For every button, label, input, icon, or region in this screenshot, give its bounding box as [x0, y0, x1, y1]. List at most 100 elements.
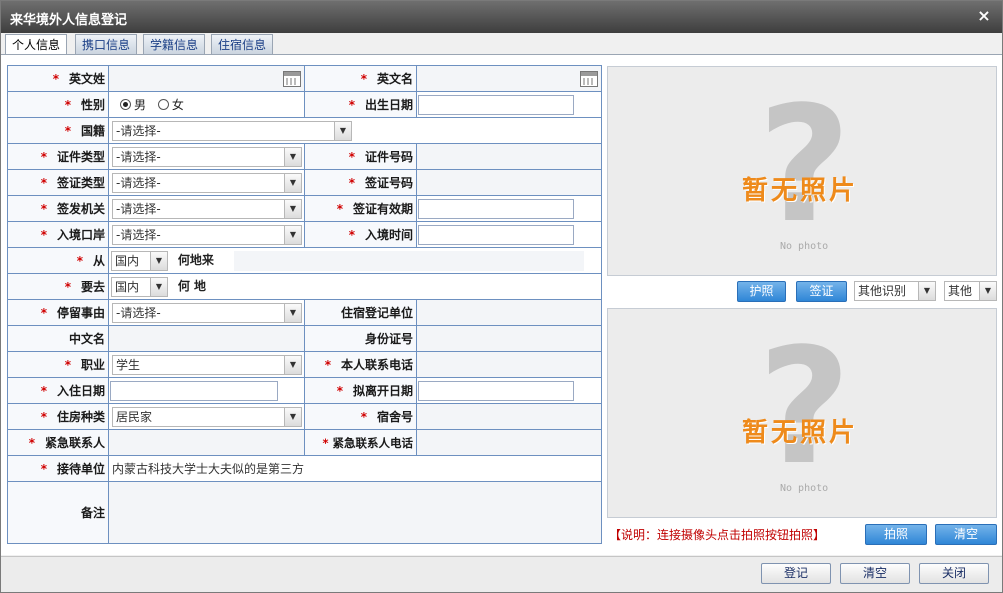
chevron-down-icon: ▼ [284, 225, 301, 244]
chevron-down-icon: ▼ [979, 282, 996, 300]
question-mark-icon: ? [758, 313, 851, 500]
camera-photo-placeholder: ? 暂无照片 No photo [607, 308, 997, 518]
no-photo-text: 暂无照片 [742, 418, 859, 448]
lodging-unit-field[interactable] [416, 299, 602, 326]
chevron-down-icon: ▼ [918, 282, 935, 300]
from-place-field[interactable] [233, 250, 584, 271]
calendar-icon[interactable] [580, 70, 598, 87]
goto-select[interactable]: 国内 ▼ [111, 276, 168, 297]
label-host-unit: * 接待单位 [7, 455, 109, 482]
from-suffix-label: 何地来 [177, 253, 214, 267]
label-gender: * 性别 [7, 91, 109, 118]
label-visa-type: * 签证类型 [7, 169, 109, 196]
close-button[interactable]: 关闭 [919, 563, 989, 584]
label-visa-validity: * 签证有效期 [304, 195, 417, 222]
label-stay-reason: * 停留事由 [7, 299, 109, 326]
label-entry-port: * 入境口岸 [7, 221, 109, 248]
occupation-select[interactable]: 学生 ▼ [112, 354, 302, 375]
camera-instruction: 【说明：连接摄像头点击拍照按钮拍照】 [609, 528, 826, 542]
label-remarks: 备注 [7, 481, 109, 544]
titlebar: 来华境外人信息登记 × [1, 1, 1002, 33]
label-planned-leave-date: * 拟离开日期 [304, 377, 417, 404]
tab-personal-info[interactable]: 个人信息 [5, 34, 68, 56]
chevron-down-icon: ▼ [334, 121, 351, 140]
host-unit-field[interactable]: 内蒙古科技大学士大夫似的是第三方 [108, 455, 602, 482]
chevron-down-icon: ▼ [284, 303, 301, 322]
clear-button[interactable]: 清空 [840, 563, 910, 584]
entry-port-select[interactable]: -请选择- ▼ [112, 224, 302, 245]
registration-form: *英文姓 *英文名 *性别 男 女 *出生日期 *国籍 -请选择-▼ [7, 65, 602, 544]
tab-companion-info[interactable]: 携口信息 [75, 34, 138, 55]
emergency-contact-field[interactable] [108, 429, 305, 456]
label-emergency-phone: * 紧急联系人电话 [304, 429, 417, 456]
given-en-field[interactable] [416, 65, 602, 92]
planned-leave-date-input[interactable] [418, 380, 574, 401]
chevron-down-icon: ▼ [284, 173, 301, 192]
chevron-down-icon: ▼ [150, 277, 167, 296]
no-photo-subtext: No photo [780, 241, 829, 252]
id-number-field[interactable] [416, 143, 602, 170]
gender-female-radio[interactable] [157, 99, 169, 110]
birth-date-input[interactable] [418, 94, 574, 115]
checkin-date-input[interactable] [110, 380, 278, 401]
register-button[interactable]: 登记 [761, 563, 831, 584]
label-surname-en: * 英文姓 [7, 65, 109, 92]
other-recognition-select[interactable]: 其他识别 ▼ [854, 281, 936, 301]
emergency-phone-field[interactable] [416, 429, 602, 456]
label-emergency-contact: * 紧急联系人 [7, 429, 109, 456]
take-photo-button[interactable]: 拍照 [865, 524, 927, 545]
label-entry-time: * 入境时间 [304, 221, 417, 248]
dorm-no-field[interactable] [416, 403, 602, 430]
surname-en-field[interactable] [108, 65, 305, 92]
gender-male-radio[interactable] [120, 99, 131, 110]
visa-number-field[interactable] [416, 169, 602, 196]
clear-photo-button[interactable]: 清空 [935, 524, 997, 545]
chevron-down-icon: ▼ [284, 407, 301, 426]
tab-lodging-info[interactable]: 住宿信息 [211, 34, 274, 55]
chevron-down-icon: ▼ [284, 147, 301, 166]
passport-button[interactable]: 护照 [737, 281, 786, 302]
id-type-select[interactable]: -请选择- ▼ [112, 146, 302, 167]
label-own-phone: * 本人联系电话 [304, 351, 417, 378]
goto-suffix-label: 何 地 [177, 279, 207, 293]
visa-validity-input[interactable] [418, 198, 574, 219]
label-id-card-no: 身份证号 [304, 325, 417, 352]
chinese-name-field[interactable] [108, 325, 305, 352]
label-nationality: * 国籍 [7, 117, 109, 144]
document-photo-placeholder: ? 暂无照片 No photo [607, 66, 997, 276]
label-from: * 从 [7, 247, 109, 274]
other-select[interactable]: 其他 ▼ [944, 281, 997, 301]
chevron-down-icon: ▼ [284, 199, 301, 218]
remarks-textarea[interactable] [108, 481, 602, 544]
close-icon[interactable]: × [976, 7, 992, 25]
chevron-down-icon: ▼ [284, 355, 301, 374]
entry-time-input[interactable] [418, 224, 574, 245]
issuing-authority-select[interactable]: -请选择- ▼ [112, 198, 302, 219]
label-id-type: * 证件类型 [7, 143, 109, 170]
no-photo-text: 暂无照片 [742, 176, 859, 206]
chevron-down-icon: ▼ [150, 251, 167, 270]
label-given-en: * 英文名 [304, 65, 417, 92]
label-issuing-authority: * 签发机关 [7, 195, 109, 222]
label-lodging-unit: 住宿登记单位 [304, 299, 417, 326]
label-checkin-date: * 入住日期 [7, 377, 109, 404]
label-birth-date: * 出生日期 [304, 91, 417, 118]
visa-button[interactable]: 签证 [796, 281, 847, 302]
housing-type-select[interactable]: 居民家 ▼ [112, 406, 302, 427]
tab-student-info[interactable]: 学籍信息 [143, 34, 206, 55]
gender-radio-group: 男 女 [108, 91, 305, 118]
nationality-select[interactable]: -请选择- ▼ [112, 120, 352, 141]
question-mark-icon: ? [758, 71, 851, 258]
own-phone-field[interactable] [416, 351, 602, 378]
label-goto: * 要去 [7, 273, 109, 300]
no-photo-subtext: No photo [780, 483, 829, 494]
window-title: 来华境外人信息登记 [10, 13, 128, 28]
label-visa-number: * 签证号码 [304, 169, 417, 196]
label-dorm-no: * 宿舍号 [304, 403, 417, 430]
id-card-no-field[interactable] [416, 325, 602, 352]
stay-reason-select[interactable]: -请选择- ▼ [112, 302, 302, 323]
visa-type-select[interactable]: -请选择- ▼ [112, 172, 302, 193]
dialog-window: 来华境外人信息登记 × 个人信息 携口信息 学籍信息 住宿信息 * 英文姓 * 英文… [0, 0, 1003, 593]
calendar-icon[interactable] [283, 70, 301, 87]
from-select[interactable]: 国内 ▼ [111, 250, 168, 271]
